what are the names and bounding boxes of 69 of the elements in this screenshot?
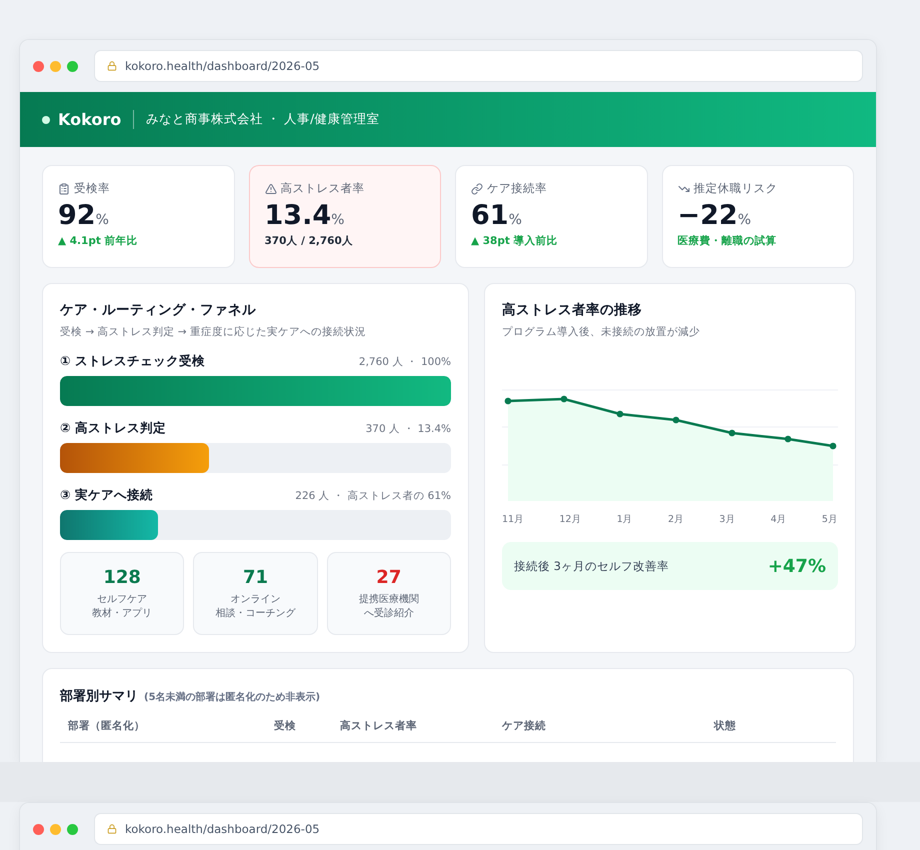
improvement-label: 接続後 3ヶ月のセルフ改善率 <box>514 558 669 574</box>
outcome-label: 提携医療機関 <box>358 593 419 606</box>
axis-label: 5月 <box>822 513 838 526</box>
kpi-value: 13.4% <box>264 200 346 231</box>
kpi-label: ケア接続率 <box>487 181 547 196</box>
kpi-label: 受検率 <box>74 181 110 196</box>
axis-label: 3月 <box>719 513 736 526</box>
outcome-value: 27 <box>376 567 402 588</box>
outcome-label: オンライン <box>230 593 280 606</box>
chart-point <box>830 442 836 450</box>
step-label: ③ 実ケアへ接続 <box>60 487 153 504</box>
maximize-dot[interactable] <box>67 824 78 834</box>
close-dot[interactable] <box>33 824 44 834</box>
step-label: ② 高ストレス判定 <box>60 420 166 437</box>
step-reading: 2,760 人 ・ 100% <box>358 354 451 368</box>
kpi-note: 370人 / 2,760人 <box>264 234 354 248</box>
column-header: 受検 <box>274 719 297 733</box>
axis-label: 1月 <box>616 513 633 526</box>
brand-logo: Kokoro <box>42 110 134 129</box>
organization-name: みなと商事株式会社 ・ 人事/健康管理室 <box>146 111 380 128</box>
close-dot[interactable] <box>33 60 44 72</box>
outcome-label: 教材・アプリ <box>92 606 152 620</box>
minimize-dot[interactable] <box>50 824 61 834</box>
column-header: 状態 <box>714 719 737 733</box>
address-bar[interactable]: kokoro.health/dashboard/2026-05 <box>94 50 863 82</box>
chart-point <box>504 398 512 404</box>
chart-point <box>672 416 680 424</box>
step-reading: 226 人 ・ 高ストレス者の 61% <box>295 488 451 502</box>
outcome-label: へ受診紹介 <box>364 606 414 620</box>
card-title: 高ストレス者率の推移 <box>502 301 643 319</box>
clipboard-icon <box>58 182 70 194</box>
axis-label: 4月 <box>770 513 787 526</box>
axis-label: 12月 <box>559 513 582 526</box>
step-label: ① ストレスチェック受検 <box>60 353 205 370</box>
column-header: 高ストレス者率 <box>340 719 418 733</box>
kpi-label: 高ストレス者率 <box>280 181 364 196</box>
outcome-label: セルフケア <box>97 593 148 606</box>
lock-icon <box>107 61 117 71</box>
card-subtitle: プログラム導入後、未接続の放置が減少 <box>502 325 701 339</box>
outcome-label: 相談・コーチング <box>215 606 296 620</box>
maximize-dot[interactable] <box>67 60 78 72</box>
outcome-value: 128 <box>103 567 141 588</box>
kpi-value: −22% <box>678 200 752 231</box>
column-header: 部署（匿名化） <box>68 719 146 733</box>
chart-point <box>616 410 624 418</box>
kpi-note: 医療費・離職の試算 <box>678 234 778 248</box>
kpi-note: ▲ 38pt 導入前比 <box>471 234 559 248</box>
link-icon <box>471 182 483 194</box>
card-title: 部署別サマリ <box>60 688 138 705</box>
address-bar[interactable]: kokoro.health/dashboard/2026-05 <box>94 813 863 845</box>
improvement-value: +47% <box>768 556 826 576</box>
kpi-note: ▲ 4.1pt 前年比 <box>58 234 139 248</box>
axis-label: 11月 <box>502 513 524 526</box>
card-note: (5名未満の部署は匿名化のため非表示) <box>144 690 320 704</box>
chart-point <box>560 396 568 402</box>
card-title: ケア・ルーティング・ファネル <box>60 301 257 319</box>
kpi-label: 推定休職リスク <box>694 181 778 196</box>
chart-point <box>728 430 736 436</box>
axis-label: 2月 <box>668 513 684 526</box>
lock-icon <box>107 824 117 834</box>
kpi-value: 61% <box>471 200 523 231</box>
warning-icon <box>264 182 276 194</box>
outcome-value: 71 <box>242 567 268 588</box>
card-subtitle: 受検 → 高ストレス判定 → 重症度に応じた実ケアへの接続状況 <box>60 325 367 339</box>
minimize-dot[interactable] <box>50 60 61 72</box>
step-reading: 370 人 ・ 13.4% <box>366 422 451 436</box>
column-header: ケア接続 <box>502 719 547 733</box>
kpi-value: 92% <box>58 200 110 231</box>
chart-point <box>784 436 792 442</box>
